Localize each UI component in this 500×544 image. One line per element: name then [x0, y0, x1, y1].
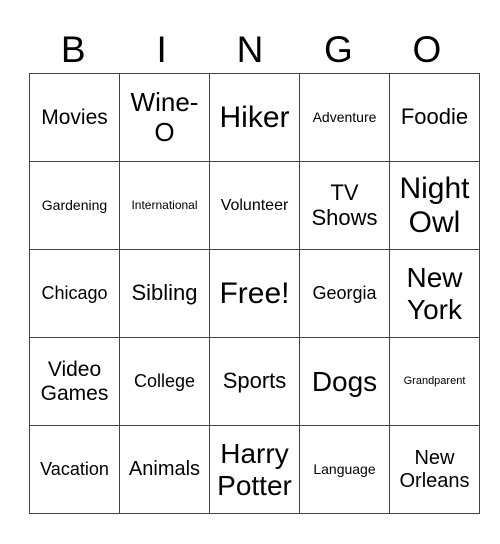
bingo-cell[interactable]: Vacation — [29, 425, 120, 514]
bingo-cell-free[interactable]: Free! — [209, 249, 300, 338]
bingo-cell[interactable]: Sports — [209, 337, 300, 426]
bingo-header: B I N G O — [29, 28, 471, 72]
bingo-cell[interactable]: New York — [389, 249, 480, 338]
bingo-cell[interactable]: Adventure — [299, 73, 390, 162]
header-letter-g: G — [324, 29, 353, 70]
bingo-cell[interactable]: Video Games — [29, 337, 120, 426]
grid-row: Chicago Sibling Free! Georgia New York — [29, 249, 480, 338]
header-letter-b: B — [60, 29, 86, 70]
bingo-cell[interactable]: Volunteer — [209, 161, 300, 250]
bingo-cell[interactable]: TV Shows — [299, 161, 390, 250]
bingo-cell[interactable]: Georgia — [299, 249, 390, 338]
bingo-cell[interactable]: Night Owl — [389, 161, 480, 250]
header-letter-o: O — [412, 29, 442, 70]
grid-row: Video Games College Sports Dogs Grandpar… — [29, 337, 480, 426]
header-letter-n: N — [236, 29, 264, 70]
header-letter-i: I — [156, 29, 167, 70]
bingo-cell[interactable]: International — [119, 161, 210, 250]
bingo-grid: Movies Wine-O Hiker Adventure Foodie Gar… — [29, 73, 480, 514]
bingo-cell[interactable]: Animals — [119, 425, 210, 514]
bingo-cell[interactable]: Movies — [29, 73, 120, 162]
bingo-cell[interactable]: Wine-O — [119, 73, 210, 162]
bingo-cell[interactable]: New Orleans — [389, 425, 480, 514]
bingo-cell[interactable]: Grandparent — [389, 337, 480, 426]
bingo-cell[interactable]: Language — [299, 425, 390, 514]
bingo-cell[interactable]: Harry Potter — [209, 425, 300, 514]
grid-row: Movies Wine-O Hiker Adventure Foodie — [29, 73, 480, 162]
bingo-cell[interactable]: Gardening — [29, 161, 120, 250]
bingo-cell[interactable]: Hiker — [209, 73, 300, 162]
bingo-cell[interactable]: College — [119, 337, 210, 426]
grid-row: Vacation Animals Harry Potter Language N… — [29, 425, 480, 514]
bingo-cell[interactable]: Foodie — [389, 73, 480, 162]
bingo-cell[interactable]: Sibling — [119, 249, 210, 338]
bingo-cell[interactable]: Chicago — [29, 249, 120, 338]
bingo-cell[interactable]: Dogs — [299, 337, 390, 426]
grid-row: Gardening International Volunteer TV Sho… — [29, 161, 480, 250]
